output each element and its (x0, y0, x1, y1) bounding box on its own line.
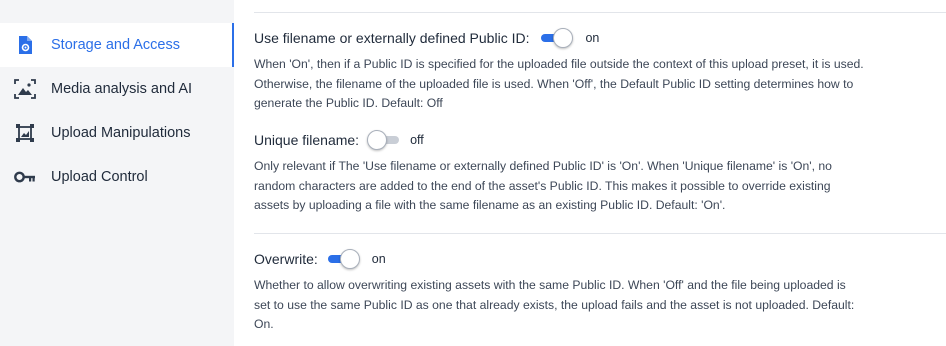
unique-filename-description: Only relevant if The 'Use filename or ex… (254, 159, 832, 212)
divider (254, 12, 946, 13)
sidebar-item-upload-control[interactable]: Upload Control (0, 155, 234, 199)
use-filename-toggle[interactable] (539, 27, 575, 49)
sidebar-item-upload-manipulations[interactable]: Upload Manipulations (0, 111, 234, 155)
sidebar-item-label: Storage and Access (51, 37, 180, 53)
sidebar-item-storage-and-access[interactable]: Storage and Access (0, 23, 234, 67)
toggle-knob (553, 28, 574, 48)
toggle-knob (339, 249, 360, 269)
overwrite-label: Overwrite: (254, 251, 318, 267)
sidebar-item-media-analysis[interactable]: Media analysis and AI (0, 67, 234, 111)
overwrite-toggle[interactable] (326, 248, 362, 270)
divider (254, 233, 946, 234)
unique-filename-state: off (410, 133, 424, 147)
settings-panel: Use filename or externally defined Publi… (234, 0, 946, 346)
use-filename-label: Use filename or externally defined Publi… (254, 30, 530, 46)
key-icon (14, 166, 36, 188)
upload-manipulations-icon (14, 122, 36, 144)
sidebar-item-label: Media analysis and AI (51, 81, 193, 97)
overwrite-setting: Overwrite: on (254, 248, 386, 270)
use-filename-state: on (585, 31, 600, 45)
overwrite-description: Whether to allow overwriting existing as… (254, 278, 855, 331)
overwrite-state: on (371, 252, 386, 266)
use-filename-description: When 'On', then if a Public ID is specif… (254, 57, 864, 110)
unique-filename-setting: Unique filename: off (254, 129, 424, 151)
unique-filename-toggle[interactable] (367, 129, 403, 151)
use-filename-setting: Use filename or externally defined Publi… (254, 27, 599, 49)
unique-filename-label: Unique filename: (254, 132, 360, 148)
toggle-knob (367, 130, 388, 150)
sidebar: Storage and Access Media analysis and AI… (0, 0, 234, 346)
media-analysis-icon (14, 78, 36, 100)
sidebar-item-label: Upload Manipulations (51, 125, 191, 141)
storage-access-icon (14, 34, 36, 56)
sidebar-item-label: Upload Control (51, 169, 148, 185)
